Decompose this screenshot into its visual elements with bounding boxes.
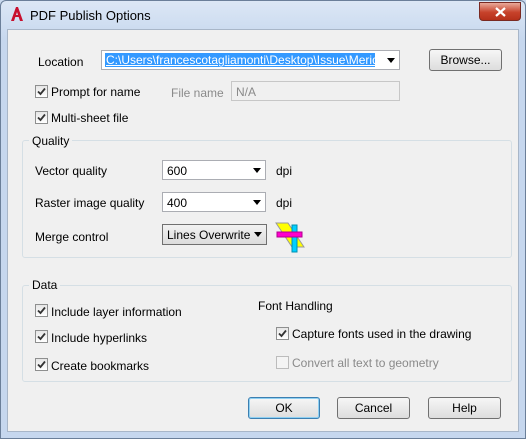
vector-quality-combo[interactable]: 600 — [162, 160, 266, 180]
merge-control-value: Lines Overwrite — [167, 228, 251, 242]
raster-quality-value: 400 — [167, 196, 188, 210]
checkmark-icon — [37, 306, 46, 315]
quality-header: Quality — [29, 134, 73, 148]
help-button[interactable]: Help — [428, 397, 501, 419]
vector-quality-unit: dpi — [276, 164, 293, 178]
prompt-for-name-label[interactable]: Prompt for name — [51, 85, 140, 99]
chevron-down-icon[interactable] — [253, 168, 261, 173]
file-name-value: N/A — [236, 85, 257, 99]
checkmark-icon — [37, 113, 46, 122]
cancel-button[interactable]: Cancel — [337, 397, 410, 419]
prompt-for-name-checkbox[interactable] — [35, 85, 48, 98]
checkmark-icon — [278, 329, 287, 338]
raster-quality-label: Raster image quality — [35, 196, 145, 210]
checkmark-icon — [37, 87, 46, 96]
location-value: C:\Users\francescotagliamonti\Desktop\Is… — [105, 53, 375, 67]
chevron-down-icon[interactable] — [387, 58, 395, 63]
create-bookmarks-label[interactable]: Create bookmarks — [51, 359, 149, 373]
include-layer-checkbox[interactable] — [35, 304, 48, 317]
browse-button[interactable]: Browse... — [429, 49, 502, 71]
multi-sheet-checkbox[interactable] — [35, 111, 48, 124]
data-header: Data — [29, 278, 61, 292]
file-name-field: N/A — [231, 81, 400, 101]
chevron-down-icon[interactable] — [253, 200, 261, 205]
vector-quality-label: Vector quality — [35, 164, 108, 178]
title-bar[interactable]: PDF Publish Options — [1, 1, 525, 29]
window-title: PDF Publish Options — [30, 8, 151, 23]
location-label: Location — [38, 55, 84, 69]
checkmark-icon — [37, 332, 46, 341]
include-hyperlinks-checkbox[interactable] — [35, 330, 48, 343]
capture-fonts-checkbox[interactable] — [276, 327, 289, 340]
font-handling-header: Font Handling — [258, 299, 333, 313]
merge-lines-preview-icon — [275, 222, 305, 253]
close-button[interactable] — [479, 2, 521, 21]
location-combo[interactable]: C:\Users\francescotagliamonti\Desktop\Is… — [101, 50, 400, 70]
dialog-window: PDF Publish Options Location C:\Users\fr… — [0, 0, 526, 439]
convert-text-label: Convert all text to geometry — [292, 356, 439, 370]
raster-quality-combo[interactable]: 400 — [162, 192, 266, 212]
merge-control-label: Merge control — [35, 230, 109, 244]
close-icon — [495, 7, 506, 17]
autocad-app-icon — [11, 7, 23, 21]
ok-button[interactable]: OK — [248, 397, 320, 419]
multi-sheet-label[interactable]: Multi-sheet file — [51, 111, 128, 125]
raster-quality-unit: dpi — [276, 196, 293, 210]
chevron-down-icon[interactable] — [254, 232, 262, 237]
vector-quality-value: 600 — [167, 164, 188, 178]
capture-fonts-label[interactable]: Capture fonts used in the drawing — [292, 327, 471, 341]
create-bookmarks-checkbox[interactable] — [35, 358, 48, 371]
checkmark-icon — [37, 360, 46, 369]
merge-control-dropdown[interactable]: Lines Overwrite — [162, 224, 267, 245]
include-layer-label[interactable]: Include layer information — [51, 305, 182, 319]
include-hyperlinks-label[interactable]: Include hyperlinks — [51, 331, 147, 345]
dialog-client: Location C:\Users\francescotagliamonti\D… — [7, 29, 519, 432]
convert-text-checkbox — [276, 356, 289, 369]
file-name-label: File name — [171, 86, 224, 100]
